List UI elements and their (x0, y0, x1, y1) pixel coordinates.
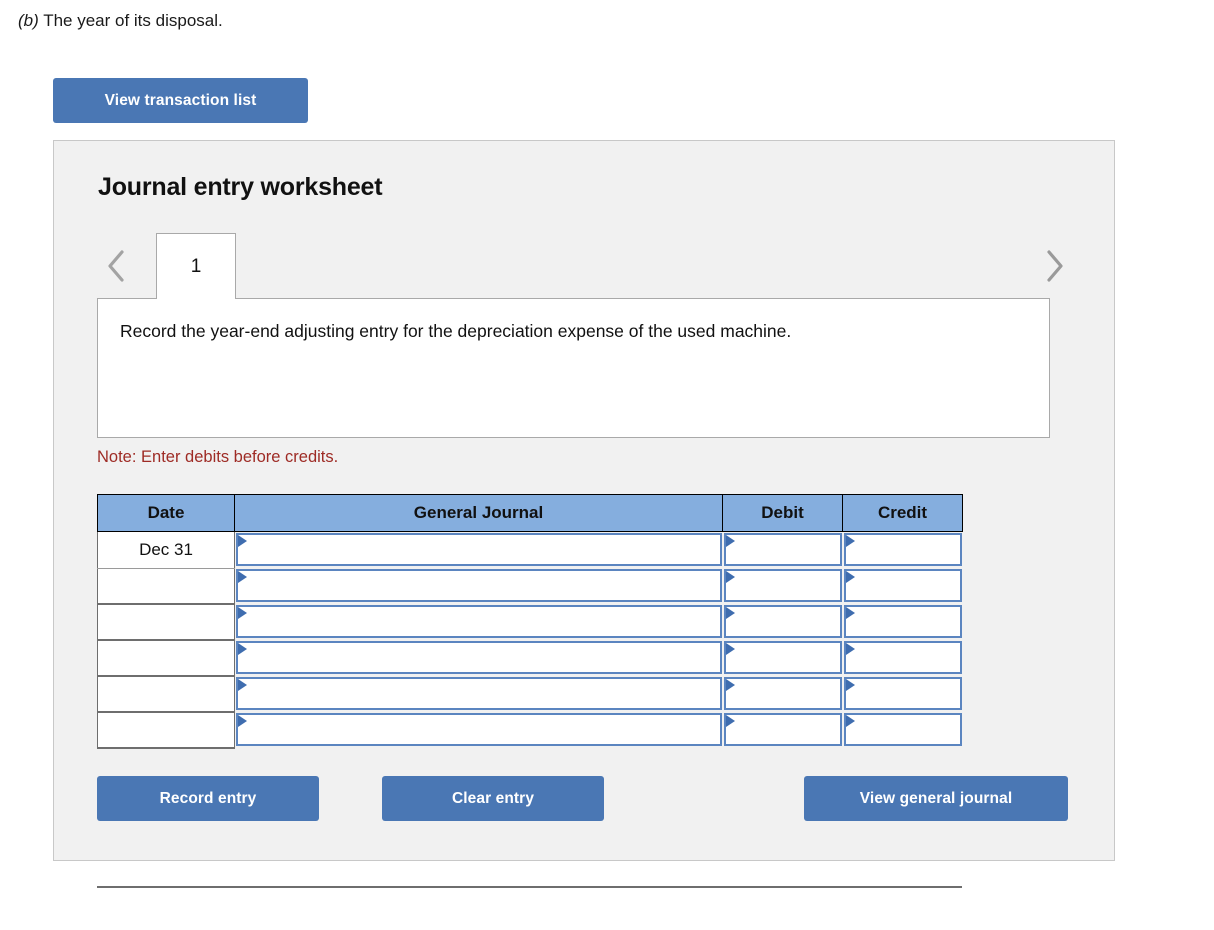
view-transaction-list-button[interactable]: View transaction list (53, 78, 308, 123)
instruction-text: Record the year-end adjusting entry for … (120, 321, 792, 341)
question-label: (b) (18, 11, 39, 30)
table-row (97, 676, 963, 713)
credit-cell (842, 712, 963, 748)
account-title-input[interactable] (236, 533, 722, 566)
date-cell[interactable] (97, 568, 235, 605)
worksheet-tabstrip: 1 (54, 233, 1116, 299)
debit-input[interactable] (723, 713, 842, 746)
general-journal-cell (234, 531, 723, 568)
date-cell[interactable] (97, 712, 235, 749)
column-header-general-journal: General Journal (234, 494, 723, 532)
worksheet-page: (b) The year of its disposal. View trans… (0, 0, 1214, 930)
debit-cell (722, 676, 843, 712)
date-cell[interactable] (97, 604, 235, 641)
credit-input[interactable] (843, 605, 962, 638)
credit-cell (842, 604, 963, 640)
journal-entry-table: Date General Journal Debit Credit Dec 31 (97, 494, 963, 749)
question-text: The year of its disposal. (38, 11, 223, 30)
credit-input[interactable] (843, 713, 962, 746)
date-cell[interactable] (97, 676, 235, 713)
credit-input[interactable] (843, 569, 962, 602)
credit-input[interactable] (843, 533, 962, 566)
debit-cell (722, 531, 843, 568)
question-prompt: (b) The year of its disposal. (18, 11, 223, 31)
table-row (97, 712, 963, 749)
account-title-input[interactable] (236, 677, 722, 710)
clear-entry-button[interactable]: Clear entry (382, 776, 604, 821)
credit-cell (842, 531, 963, 568)
debit-cell (722, 712, 843, 748)
credit-input[interactable] (843, 677, 962, 710)
credit-cell (842, 676, 963, 712)
credit-cell (842, 640, 963, 676)
table-header-row: Date General Journal Debit Credit (97, 494, 963, 532)
debit-cell (722, 568, 843, 604)
debit-cell (722, 604, 843, 640)
debit-cell (722, 640, 843, 676)
worksheet-tab-label: 1 (190, 255, 202, 277)
table-row (97, 604, 963, 641)
view-general-journal-button[interactable]: View general journal (804, 776, 1068, 821)
worksheet-tab-1[interactable]: 1 (156, 233, 236, 299)
credit-cell (842, 568, 963, 604)
record-entry-button[interactable]: Record entry (97, 776, 319, 821)
chevron-left-icon[interactable] (96, 233, 136, 299)
column-header-date: Date (97, 494, 235, 532)
debit-input[interactable] (723, 569, 842, 602)
journal-entry-worksheet-panel: Journal entry worksheet 1 Record the yea… (53, 140, 1116, 888)
date-cell[interactable] (97, 640, 235, 677)
date-cell[interactable]: Dec 31 (97, 531, 235, 569)
table-row (97, 568, 963, 605)
debit-input[interactable] (723, 677, 842, 710)
credit-input[interactable] (843, 641, 962, 674)
general-journal-cell (234, 640, 723, 676)
instruction-box: Record the year-end adjusting entry for … (97, 298, 1050, 438)
general-journal-cell (234, 568, 723, 604)
account-title-input[interactable] (236, 713, 722, 746)
general-journal-cell (234, 676, 723, 712)
column-header-debit: Debit (722, 494, 843, 532)
general-journal-cell (234, 712, 723, 748)
table-row (97, 640, 963, 677)
general-journal-cell (234, 604, 723, 640)
account-title-input[interactable] (236, 605, 722, 638)
panel-title: Journal entry worksheet (98, 173, 383, 201)
account-title-input[interactable] (236, 569, 722, 602)
chevron-right-icon[interactable] (1034, 233, 1074, 299)
debits-before-credits-note: Note: Enter debits before credits. (97, 448, 339, 466)
account-title-input[interactable] (236, 641, 722, 674)
column-header-credit: Credit (842, 494, 963, 532)
debit-input[interactable] (723, 533, 842, 566)
table-bottom-rule (97, 886, 962, 888)
debit-input[interactable] (723, 605, 842, 638)
debit-input[interactable] (723, 641, 842, 674)
table-row: Dec 31 (97, 531, 963, 569)
